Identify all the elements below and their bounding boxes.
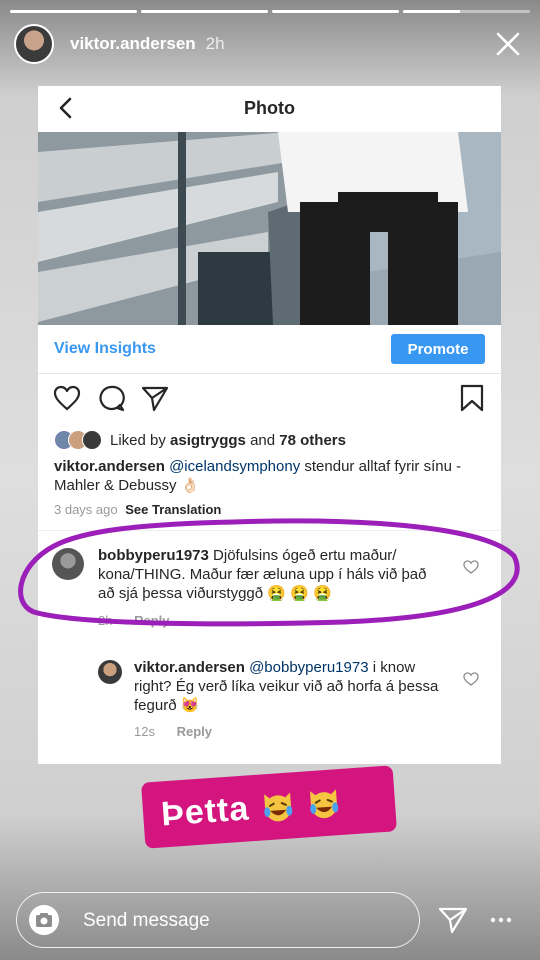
reply-link[interactable]: Reply	[134, 613, 169, 628]
comment-mention[interactable]: @bobbyperu1973	[249, 659, 369, 676]
send-message-input[interactable]: Send message	[16, 892, 420, 948]
liker-avatars	[54, 430, 102, 450]
bookmark-icon[interactable]	[457, 383, 487, 413]
crying-laughing-cat-emoji	[264, 792, 293, 822]
post-meta: 3 days ago See Translation	[54, 502, 221, 517]
likes-line: Liked by asigtryggs and 78 others	[54, 429, 487, 451]
progress-segment-current	[403, 10, 530, 13]
likes-user[interactable]: asigtryggs	[170, 432, 246, 449]
promote-button[interactable]: Promote	[391, 334, 485, 364]
page-title: Photo	[244, 98, 295, 118]
likes-middle: and	[250, 431, 276, 449]
story-username[interactable]: viktor.andersen	[70, 34, 196, 54]
comment-reply-item: viktor.andersen @bobbyperu1973 i know ri…	[98, 658, 487, 741]
direct-send-icon[interactable]	[438, 906, 468, 934]
view-insights-link[interactable]: View Insights	[54, 340, 156, 358]
avatar	[82, 430, 102, 450]
comment-meta: 2h Reply	[98, 611, 170, 630]
more-icon[interactable]	[488, 906, 514, 934]
comment-item: bobbyperu1973 Djöfulsins ógeð ertu maður…	[52, 546, 487, 628]
comment-body: bobbyperu1973 Djöfulsins ógeð ertu maður…	[98, 546, 447, 603]
likes-prefix: Liked by	[110, 431, 166, 449]
post-caption: viktor.andersen @icelandsymphony stendur…	[54, 457, 485, 495]
close-icon[interactable]	[494, 30, 522, 58]
heart-icon[interactable]	[463, 560, 479, 574]
comment-username[interactable]: viktor.andersen	[134, 659, 245, 676]
avatar[interactable]	[52, 548, 84, 580]
comment-username[interactable]: bobbyperu1973	[98, 547, 209, 564]
see-translation-link[interactable]: See Translation	[125, 502, 221, 517]
sticker-text: Þetta	[159, 788, 251, 833]
comment-meta: 12s Reply	[134, 722, 212, 741]
avatar[interactable]	[98, 660, 122, 684]
avatar[interactable]	[14, 24, 54, 64]
progress-segment	[10, 10, 137, 13]
comment-body: viktor.andersen @bobbyperu1973 i know ri…	[134, 658, 447, 715]
comment-time: 2h	[98, 613, 113, 628]
send-message-placeholder: Send message	[83, 910, 210, 931]
crying-laughing-cat-emoji	[310, 789, 339, 819]
camera-icon[interactable]	[29, 905, 59, 935]
story-time: 2h	[205, 34, 225, 53]
post-photo	[38, 132, 501, 325]
insights-row: View Insights Promote	[38, 325, 501, 374]
heart-icon[interactable]	[52, 383, 82, 413]
post-screenshot: Photo View Insights Promote Liked by asi…	[38, 86, 501, 764]
progress-segment	[272, 10, 399, 13]
caption-mention[interactable]: @icelandsymphony	[169, 458, 300, 475]
comment-icon[interactable]	[96, 383, 126, 413]
post-topbar: Photo	[38, 86, 501, 132]
reply-link[interactable]: Reply	[177, 724, 212, 739]
caption-username[interactable]: viktor.andersen	[54, 458, 165, 475]
share-icon[interactable]	[140, 383, 170, 413]
likes-others[interactable]: 78 others	[279, 432, 346, 449]
story-header: viktor.andersen 2h	[14, 24, 526, 64]
post-actions	[52, 383, 487, 415]
story-progress	[10, 10, 530, 13]
progress-segment	[141, 10, 268, 13]
heart-icon[interactable]	[463, 672, 479, 686]
divider	[38, 530, 501, 531]
comment-time: 12s	[134, 724, 155, 739]
post-age: 3 days ago	[54, 502, 118, 517]
